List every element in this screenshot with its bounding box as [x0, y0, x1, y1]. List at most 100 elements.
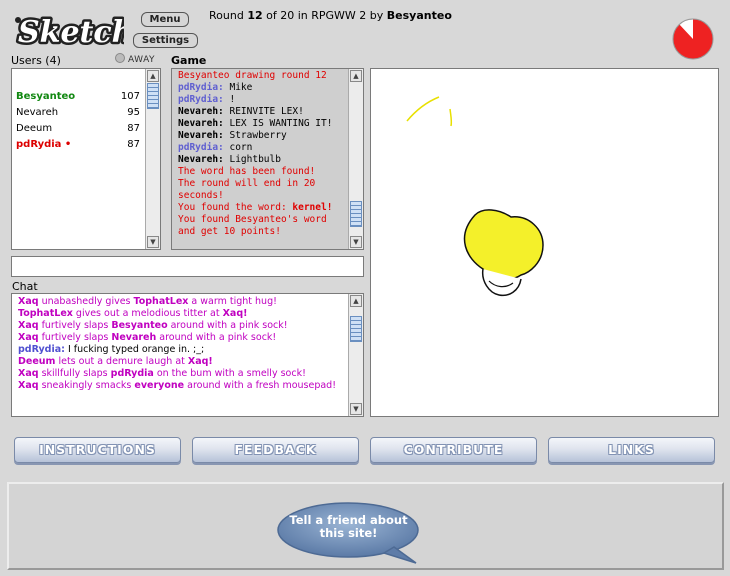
chat-text: sneakingly smacks — [38, 380, 135, 391]
chat-text: around with a pink sock! — [156, 332, 277, 343]
away-radio-icon[interactable] — [115, 53, 125, 63]
game-log-line: Nevareh: REINVITE LEX! — [178, 106, 345, 118]
user-score: 107 — [120, 91, 140, 102]
scroll-thumb[interactable] — [350, 201, 362, 227]
chat-text: furtively slaps — [38, 332, 112, 343]
chat-message: Xaq unabashedly gives TophatLex a warm t… — [18, 296, 343, 308]
away-toggle[interactable]: AWAY — [115, 53, 155, 65]
instructions-button[interactable]: INSTRUCTIONS — [14, 437, 181, 463]
user-row[interactable]: Nevareh 95 — [16, 105, 140, 121]
user-score: 87 — [127, 139, 140, 150]
chat-username: Xaq! — [222, 308, 248, 319]
chat-username: TophatLex — [18, 308, 73, 319]
chat-text: gives out a melodious titter at — [72, 308, 223, 319]
scroll-up-icon[interactable]: ▲ — [350, 70, 362, 82]
chat-text: furtively slaps — [38, 320, 112, 331]
round-prefix: Round — [209, 9, 248, 22]
game-log-text: corn — [223, 142, 253, 153]
round-mid: of 20 in RPGWW 2 by — [262, 9, 387, 22]
chat-message: Xaq furtively slaps Nevareh around with … — [18, 332, 343, 344]
chat-username: Deeum — [18, 356, 56, 367]
users-list: Besyanteo 107 Nevareh 95 Deeum 87 pdRydia • 87 — [16, 89, 140, 153]
users-label: Users (4) — [11, 54, 61, 67]
chat-username: Xaq — [18, 320, 39, 331]
chat-text: skillfully slaps — [38, 368, 111, 379]
game-log-text: Strawberry — [223, 130, 287, 141]
links-button[interactable]: LINKS — [548, 437, 715, 463]
chat-text: a warm tight hug! — [188, 296, 277, 307]
found-word: kernel! — [292, 202, 333, 213]
user-row[interactable]: Besyanteo 107 — [16, 89, 140, 105]
sketch-stroke — [406, 96, 440, 122]
scroll-thumb[interactable] — [350, 316, 362, 342]
chat-text: on the bum with a smelly sock! — [153, 368, 306, 379]
game-log-panel: Besyanteo drawing round 12 pdRydia: Mike p… — [171, 68, 364, 250]
game-log-speaker: Nevareh: — [178, 106, 224, 117]
user-row[interactable]: Deeum 87 — [16, 121, 140, 137]
users-scrollbar[interactable]: ▲ ▼ — [145, 69, 160, 249]
sketch-stroke — [449, 108, 453, 127]
game-log-text: ! — [223, 94, 236, 105]
game-label: Game — [171, 54, 207, 67]
game-log-line: The word has been found! — [178, 166, 345, 178]
chat-log: Xaq unabashedly gives TophatLex a warm t… — [18, 296, 343, 392]
chat-username: Xaq! — [187, 356, 213, 367]
chat-username: TophatLex — [133, 296, 189, 307]
game-log-scrollbar[interactable]: ▲ ▼ — [348, 69, 363, 249]
tell-friend-link[interactable]: Tell a friend about this site! — [276, 514, 421, 540]
user-score: 87 — [127, 123, 140, 134]
chat-message: Xaq skillfully slaps pdRydia on the bum … — [18, 368, 343, 380]
drawing-canvas[interactable] — [370, 68, 719, 417]
scroll-up-icon[interactable]: ▲ — [147, 70, 159, 82]
guess-input[interactable] — [11, 256, 364, 277]
game-log-text: REINVITE LEX! — [223, 106, 304, 117]
game-log-line: Nevareh: Strawberry — [178, 130, 345, 142]
settings-button[interactable]: Settings — [133, 33, 198, 48]
user-name: Nevareh — [16, 107, 59, 118]
game-log-speaker: pdRydia: — [178, 82, 224, 93]
chat-username: pdRydia — [110, 368, 154, 379]
game-log-line: Nevareh: Lightbulb — [178, 154, 345, 166]
user-score: 95 — [127, 107, 140, 118]
logo-dot — [15, 17, 21, 23]
scroll-up-icon[interactable]: ▲ — [350, 295, 362, 307]
scroll-down-icon[interactable]: ▼ — [350, 403, 362, 415]
game-log-line: Nevareh: LEX IS WANTING IT! — [178, 118, 345, 130]
sketch-lightbulb — [463, 209, 544, 281]
user-row[interactable]: pdRydia • 87 — [16, 137, 140, 153]
chat-message: Deeum lets out a demure laugh at Xaq! — [18, 356, 343, 368]
scroll-thumb[interactable] — [147, 83, 159, 109]
game-log-text: The word has been found! — [178, 166, 316, 177]
chat-text: unabashedly gives — [38, 296, 134, 307]
chat-text: around with a fresh mousepad! — [184, 380, 337, 391]
contribute-button[interactable]: CONTRIBUTE — [370, 437, 537, 463]
scroll-down-icon[interactable]: ▼ — [350, 236, 362, 248]
chat-text: around with a pink sock! — [167, 320, 288, 331]
chat-username: Besyanteo — [111, 320, 168, 331]
chat-text: I fucking typed orange in. ;_; — [64, 344, 205, 355]
chat-username: Xaq — [18, 368, 39, 379]
round-current: 12 — [247, 9, 263, 22]
chat-message: Xaq sneakingly smacks everyone around wi… — [18, 380, 343, 392]
game-log-text: You found Besyanteo's word and get 10 po… — [178, 214, 327, 237]
chat-message: TophatLex gives out a melodious titter a… — [18, 308, 343, 320]
user-name: Besyanteo — [16, 91, 76, 102]
menu-button[interactable]: Menu — [141, 12, 189, 27]
chat-panel: Xaq unabashedly gives TophatLex a warm t… — [11, 293, 364, 417]
chat-username: Xaq — [18, 296, 39, 307]
user-name: pdRydia • — [16, 139, 72, 150]
user-name: Deeum — [16, 123, 53, 134]
sketch-logo: Sketch Sketch — [12, 8, 136, 53]
feedback-button[interactable]: FEEDBACK — [192, 437, 359, 463]
drawing-sketch — [406, 96, 544, 297]
game-log-text: You found the word: — [178, 202, 293, 213]
game-log-speaker: Nevareh: — [178, 130, 224, 141]
away-label: AWAY — [128, 55, 156, 65]
chat-username: Xaq — [18, 380, 39, 391]
game-log-line: The round will end in 20 seconds! — [178, 178, 345, 202]
chat-username: Xaq — [18, 332, 39, 343]
game-log-text: Besyanteo drawing round 12 — [178, 70, 327, 81]
chat-scrollbar[interactable]: ▲ ▼ — [348, 294, 363, 416]
scroll-down-icon[interactable]: ▼ — [147, 236, 159, 248]
game-log-speaker: Nevareh: — [178, 154, 224, 165]
